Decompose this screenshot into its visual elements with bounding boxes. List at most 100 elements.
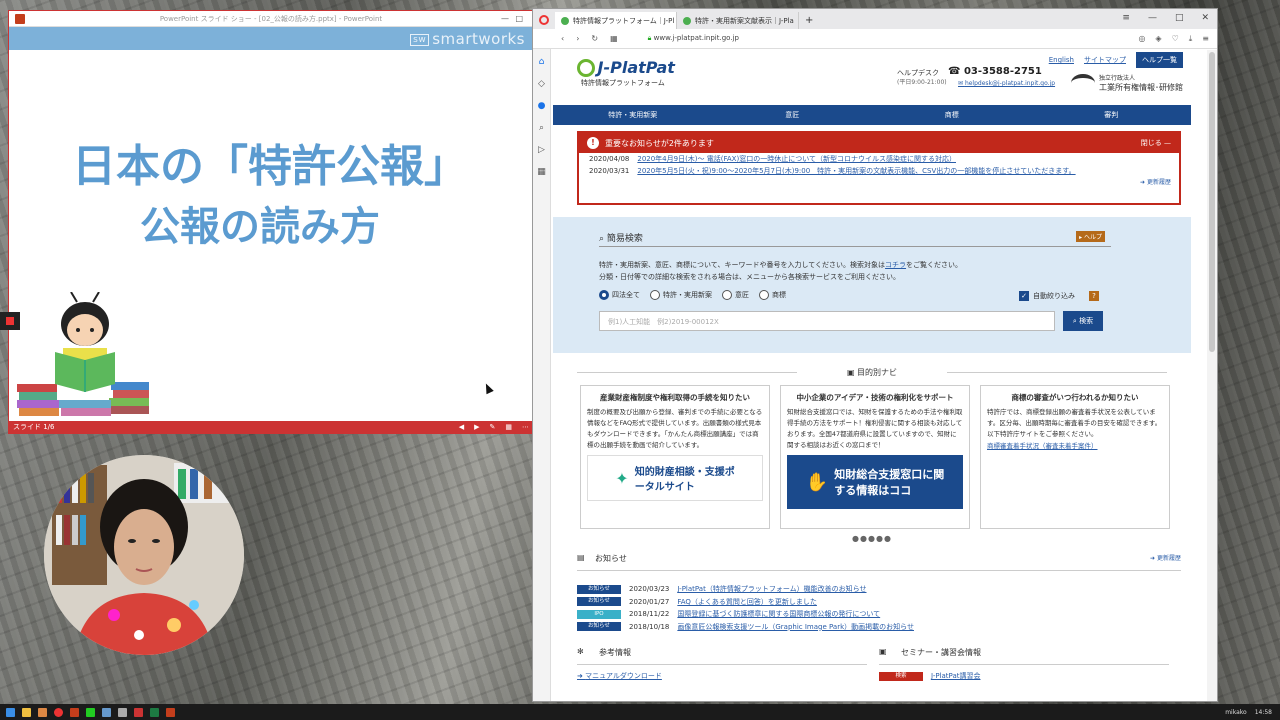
minimize-icon[interactable]: — <box>1148 13 1157 23</box>
start-icon[interactable] <box>6 707 15 717</box>
line-icon[interactable] <box>86 707 95 717</box>
app-icon[interactable] <box>118 707 127 717</box>
notice-row: 2020/04/08 2020年4月9日(木)～ 電話(FAX)窓口の一時休止につ… <box>579 153 1179 165</box>
opera-icon[interactable] <box>539 15 549 25</box>
search-icon[interactable]: ⌕ <box>537 123 547 133</box>
notice-history-link[interactable]: ➜ 更新履歴 <box>579 177 1179 186</box>
opera-icon[interactable] <box>54 707 63 717</box>
navi-title-text: 目的別ナビ <box>857 368 898 377</box>
english-link[interactable]: English <box>1049 56 1074 64</box>
card-title: 中小企業のアイデア・技術の権利化をサポート <box>796 393 954 402</box>
new-tab-button[interactable]: + <box>805 15 813 26</box>
notice-link[interactable]: 2020年5月5日(火・祝)9:00～2020年5月7日(木)9:00 特許・実… <box>637 165 1075 177</box>
grid-icon[interactable]: ▦ <box>610 34 618 43</box>
helpdesk-email[interactable]: ✉︎ helpdesk@j-platpat.inpit.go.jp <box>958 80 1055 87</box>
jplatpat-logo[interactable]: J-PlatPat 特許情報プラットフォーム <box>577 58 675 88</box>
app-icon[interactable] <box>102 707 111 717</box>
nav-design[interactable]: 意匠 <box>713 105 873 125</box>
shield-icon[interactable]: ◈ <box>1155 34 1161 44</box>
nav-trademark[interactable]: 商標 <box>872 105 1032 125</box>
help-list-button[interactable]: ヘルプ一覧 <box>1136 52 1183 68</box>
important-notice: ! 重要なお知らせが2件あります 閉じる — 2020/04/08 2020年4月9日… <box>577 131 1181 205</box>
radio-design[interactable]: 意匠 <box>722 290 749 300</box>
notice-date: 2020/04/08 <box>589 155 630 163</box>
auto-narrow-help[interactable]: ? <box>1089 291 1099 301</box>
url-field[interactable]: 🔒︎ www.j-platpat.inpit.go.jp <box>648 34 739 43</box>
search-button[interactable]: ⌕ 検索 <box>1063 311 1103 331</box>
camera-icon[interactable]: ◎ <box>1138 34 1145 44</box>
scroll-thumb[interactable] <box>1209 52 1215 352</box>
powerpoint-icon[interactable] <box>166 707 175 717</box>
grid-icon[interactable]: ▦ <box>505 423 512 431</box>
navi-card[interactable]: 中小企業のアイデア・技術の権利化をサポート 知財総合支援窓口では、知財を保護する… <box>780 385 970 529</box>
close-tab-icon[interactable]: ✕ <box>798 17 799 25</box>
next-slide-icon[interactable]: ▶ <box>474 423 479 431</box>
prev-slide-icon[interactable]: ◀ <box>459 423 464 431</box>
reload-icon[interactable]: ↻ <box>591 34 598 43</box>
nav-patent[interactable]: 特許・実用新案 <box>553 105 713 125</box>
send-icon[interactable]: ▷ <box>537 145 547 155</box>
seminar-link[interactable]: J-PlatPat講習会 <box>931 671 980 681</box>
radio-icon <box>722 290 732 300</box>
apps-icon[interactable]: ▦ <box>537 167 547 177</box>
tab-icon[interactable]: ◇ <box>537 79 547 89</box>
search-heading: ⌕ 簡易検索 ▸ ヘルプ <box>599 231 1111 247</box>
pen-icon[interactable]: ✎ <box>490 423 496 431</box>
desc-line2: 分類・日付等での詳細な検索をされる場合は、メニューから各検索サービスをご利用くだ… <box>599 273 900 281</box>
navi-card[interactable]: 商標の審査がいつ行われるか知りたい 特許庁では、商標登録出願の審査着手状況を公表… <box>980 385 1170 529</box>
bookmark-icon[interactable]: ♡ <box>1172 34 1179 44</box>
news-history-link[interactable]: ➜ 更新履歴 <box>1150 553 1181 562</box>
explorer-icon[interactable] <box>22 707 31 717</box>
back-icon[interactable]: ‹ <box>561 34 564 43</box>
tab-jplatpat[interactable]: 特許情報プラットフォーム｜J-Pl✕ <box>555 12 677 29</box>
radio-trademark[interactable]: 商標 <box>759 290 786 300</box>
news-link[interactable]: J-PlatPat（特許情報プラットフォーム）機能改善のお知らせ <box>677 584 866 594</box>
radio-patent[interactable]: 特許・実用新案 <box>650 290 712 300</box>
tab-menu-icon[interactable]: ≡ <box>1122 13 1130 23</box>
notice-link[interactable]: 2020年4月9日(木)～ 電話(FAX)窓口の一時休止について（新型コロナウイ… <box>637 153 956 165</box>
ip-portal-banner[interactable]: ✦ 知的財産相談・支援ポータルサイト <box>587 455 763 501</box>
simple-search: ⌕ 簡易検索 ▸ ヘルプ 特許・実用新案、意匠、商標について、キーワードや番号を入… <box>553 217 1191 353</box>
address-bar: ‹ › ↻ ▦ 🔒︎ www.j-platpat.inpit.go.jp ◎ ◈ ♡… <box>533 29 1217 49</box>
notice-close-button[interactable]: 閉じる — <box>1141 138 1171 148</box>
acrobat-icon[interactable] <box>134 707 143 717</box>
carousel-dots[interactable]: ●●●●● <box>553 534 1191 543</box>
tab-document[interactable]: 特許・実用新案文献表示｜J-Pla ✕ <box>677 12 799 29</box>
recording-indicator-icon <box>0 312 20 330</box>
close-icon[interactable]: ✕ <box>1201 13 1209 23</box>
sitemap-link[interactable]: サイトマップ <box>1084 55 1126 65</box>
notice-header: ! 重要なお知らせが2件あります 閉じる — <box>579 133 1179 153</box>
excel-icon[interactable] <box>150 707 159 717</box>
news-link[interactable]: 画像意匠公報検索支援ツール（Graphic Image Park）動画掲載のお知… <box>677 622 914 632</box>
maximize-icon[interactable]: □ <box>515 14 523 23</box>
news-title: お知らせ <box>595 554 627 563</box>
news-link[interactable]: FAQ（よくある質問と回答）を更新しました <box>677 597 817 607</box>
app-icon[interactable] <box>38 707 47 717</box>
auto-narrow-checkbox[interactable]: ✓ <box>1019 291 1029 301</box>
menu-icon[interactable]: ⋯ <box>522 423 529 431</box>
search-help-button[interactable]: ▸ ヘルプ <box>1076 231 1105 242</box>
radio-all[interactable]: 四法全て <box>599 290 640 300</box>
messenger-icon[interactable]: ● <box>537 101 547 111</box>
home-icon[interactable]: ⌂ <box>537 57 547 67</box>
navi-card[interactable]: 産業財産権制度や権利取得の手続を知りたい 制度の概要及び出願から登録、審判までの… <box>580 385 770 529</box>
page-scrollbar[interactable] <box>1207 50 1217 701</box>
powerpoint-icon[interactable] <box>70 707 79 717</box>
news-link[interactable]: 国際登録に基づく防護標章に関する国際商標公報の発行について <box>677 609 880 619</box>
manual-download-link[interactable]: ➜ マニュアルダウンロード <box>577 671 662 681</box>
menu-icon[interactable]: ≡ <box>1202 34 1209 44</box>
search-input[interactable]: 例1)人工知能 例2)2019-00012X <box>599 311 1055 331</box>
news-tag: IPO <box>577 609 621 619</box>
inpit-logo[interactable]: 独立行政法人 工業所有権情報･研修館 <box>1071 74 1183 93</box>
forward-icon[interactable]: › <box>576 34 579 43</box>
slide-counter: スライド 1/6 <box>13 423 55 431</box>
nav-appeal[interactable]: 審判 <box>1032 105 1192 125</box>
seminar-title: セミナー・講習会情報 <box>901 648 981 657</box>
search-target-link[interactable]: コチラ <box>885 261 906 269</box>
browser-window: 特許情報プラットフォーム｜J-Pl✕ 特許・実用新案文献表示｜J-Pla✕ + … <box>532 8 1218 702</box>
trademark-status-link[interactable]: 商標審査着手状況（審査未着手案件） <box>987 442 1098 450</box>
download-icon[interactable]: ⤓ <box>1189 34 1193 44</box>
maximize-icon[interactable]: □ <box>1175 13 1184 23</box>
ip-support-banner[interactable]: ✋ 知財総合支援窓口に関する情報はココ <box>787 455 963 509</box>
minimize-icon[interactable]: — <box>501 14 509 23</box>
